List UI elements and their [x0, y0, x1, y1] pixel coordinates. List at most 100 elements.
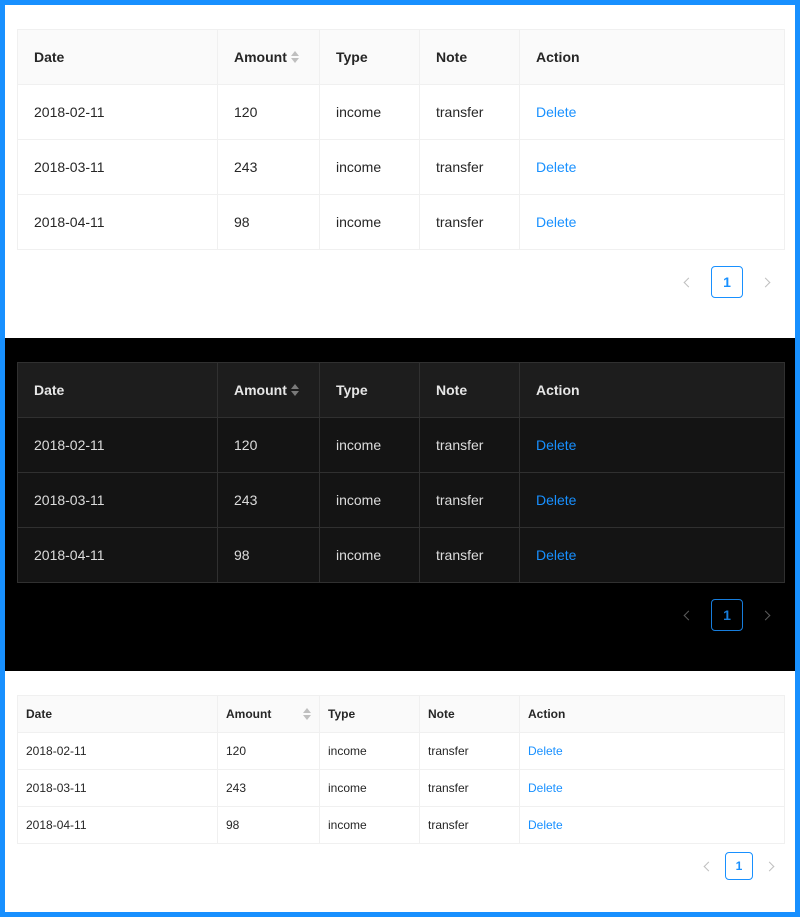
cell-amount: 243	[218, 770, 320, 807]
column-header-amount[interactable]: Amount	[218, 696, 320, 733]
cell-type: income	[320, 807, 420, 844]
table-header-row: Date Amount Type Note Action	[18, 30, 784, 85]
cell-note: transfer	[420, 140, 520, 195]
cell-amount: 120	[218, 418, 320, 473]
transactions-table-small: Date Amount Type Note Action 2018-02-11 …	[17, 695, 785, 844]
table-header-row: Date Amount Type Note Action	[18, 363, 784, 418]
table-row: 2018-03-11 243 income transfer Delete	[18, 473, 784, 528]
cell-type: income	[320, 85, 420, 140]
cell-type: income	[320, 733, 420, 770]
small-table-section: Date Amount Type Note Action 2018-02-11 …	[5, 671, 795, 912]
dark-table-section: Date Amount Type Note Action 2018-02-11 …	[5, 338, 795, 671]
cell-note: transfer	[420, 807, 520, 844]
column-header-action: Action	[520, 696, 784, 733]
cell-action: Delete	[520, 807, 784, 844]
chevron-left-icon[interactable]	[671, 599, 703, 631]
transactions-table-light: Date Amount Type Note Action 2018-02-11 …	[17, 29, 785, 250]
page-item-current[interactable]: 1	[711, 266, 743, 298]
column-header-note: Note	[420, 30, 520, 85]
cell-note: transfer	[420, 473, 520, 528]
chevron-left-icon[interactable]	[671, 266, 703, 298]
column-header-note: Note	[420, 363, 520, 418]
sort-icon[interactable]	[290, 51, 299, 63]
delete-link[interactable]: Delete	[536, 214, 576, 230]
cell-action: Delete	[520, 473, 784, 528]
cell-note: transfer	[420, 528, 520, 583]
chevron-right-icon[interactable]	[751, 266, 783, 298]
cell-note: transfer	[420, 85, 520, 140]
chevron-left-icon[interactable]	[695, 854, 719, 878]
column-header-amount[interactable]: Amount	[218, 363, 320, 418]
sort-icon[interactable]	[303, 708, 311, 720]
light-table-section: Date Amount Type Note Action 2018-02-11 …	[5, 5, 795, 338]
delete-link[interactable]: Delete	[528, 744, 563, 758]
cell-type: income	[320, 770, 420, 807]
column-header-action: Action	[520, 363, 784, 418]
cell-amount: 120	[218, 85, 320, 140]
table-row: 2018-02-11 120 income transfer Delete	[18, 733, 784, 770]
delete-link[interactable]: Delete	[536, 547, 576, 563]
cell-amount: 120	[218, 733, 320, 770]
column-header-action: Action	[520, 30, 784, 85]
column-header-type: Type	[320, 363, 420, 418]
column-header-type: Type	[320, 30, 420, 85]
table-row: 2018-03-11 243 income transfer Delete	[18, 140, 784, 195]
cell-date: 2018-04-11	[18, 528, 218, 583]
cell-amount: 243	[218, 473, 320, 528]
table-row: 2018-04-11 98 income transfer Delete	[18, 807, 784, 844]
table-row: 2018-02-11 120 income transfer Delete	[18, 418, 784, 473]
column-header-amount-label: Amount	[234, 49, 287, 65]
cell-date: 2018-02-11	[18, 418, 218, 473]
page-item-current[interactable]: 1	[711, 599, 743, 631]
column-header-amount[interactable]: Amount	[218, 30, 320, 85]
column-header-date: Date	[18, 363, 218, 418]
cell-action: Delete	[520, 85, 784, 140]
cell-type: income	[320, 418, 420, 473]
column-header-amount-label: Amount	[234, 382, 287, 398]
column-header-date: Date	[18, 30, 218, 85]
delete-link[interactable]: Delete	[536, 104, 576, 120]
chevron-right-icon[interactable]	[759, 854, 783, 878]
cell-date: 2018-03-11	[18, 770, 218, 807]
page-item-current[interactable]: 1	[725, 852, 753, 880]
delete-link[interactable]: Delete	[536, 492, 576, 508]
table-header-row: Date Amount Type Note Action	[18, 696, 784, 733]
pagination: 1	[695, 852, 783, 880]
delete-link[interactable]: Delete	[536, 437, 576, 453]
cell-action: Delete	[520, 418, 784, 473]
chevron-right-icon[interactable]	[751, 599, 783, 631]
cell-date: 2018-02-11	[18, 733, 218, 770]
cell-amount: 98	[218, 528, 320, 583]
table-row: 2018-03-11 243 income transfer Delete	[18, 770, 784, 807]
cell-note: transfer	[420, 195, 520, 250]
table-row: 2018-02-11 120 income transfer Delete	[18, 85, 784, 140]
cell-action: Delete	[520, 528, 784, 583]
table-row: 2018-04-11 98 income transfer Delete	[18, 528, 784, 583]
column-header-note: Note	[420, 696, 520, 733]
cell-type: income	[320, 473, 420, 528]
column-header-type: Type	[320, 696, 420, 733]
cell-date: 2018-04-11	[18, 195, 218, 250]
cell-action: Delete	[520, 770, 784, 807]
cell-action: Delete	[520, 733, 784, 770]
cell-type: income	[320, 140, 420, 195]
column-header-amount-label: Amount	[226, 707, 272, 721]
cell-amount: 98	[218, 195, 320, 250]
pagination: 1	[671, 266, 783, 298]
cell-note: transfer	[420, 418, 520, 473]
cell-note: transfer	[420, 770, 520, 807]
cell-amount: 98	[218, 807, 320, 844]
cell-date: 2018-04-11	[18, 807, 218, 844]
pagination: 1	[671, 599, 783, 631]
delete-link[interactable]: Delete	[528, 818, 563, 832]
delete-link[interactable]: Delete	[528, 781, 563, 795]
cell-amount: 243	[218, 140, 320, 195]
cell-date: 2018-02-11	[18, 85, 218, 140]
sort-icon[interactable]	[290, 384, 299, 396]
delete-link[interactable]: Delete	[536, 159, 576, 175]
column-header-date: Date	[18, 696, 218, 733]
cell-type: income	[320, 195, 420, 250]
cell-type: income	[320, 528, 420, 583]
cell-date: 2018-03-11	[18, 473, 218, 528]
transactions-table-dark: Date Amount Type Note Action 2018-02-11 …	[17, 362, 785, 583]
